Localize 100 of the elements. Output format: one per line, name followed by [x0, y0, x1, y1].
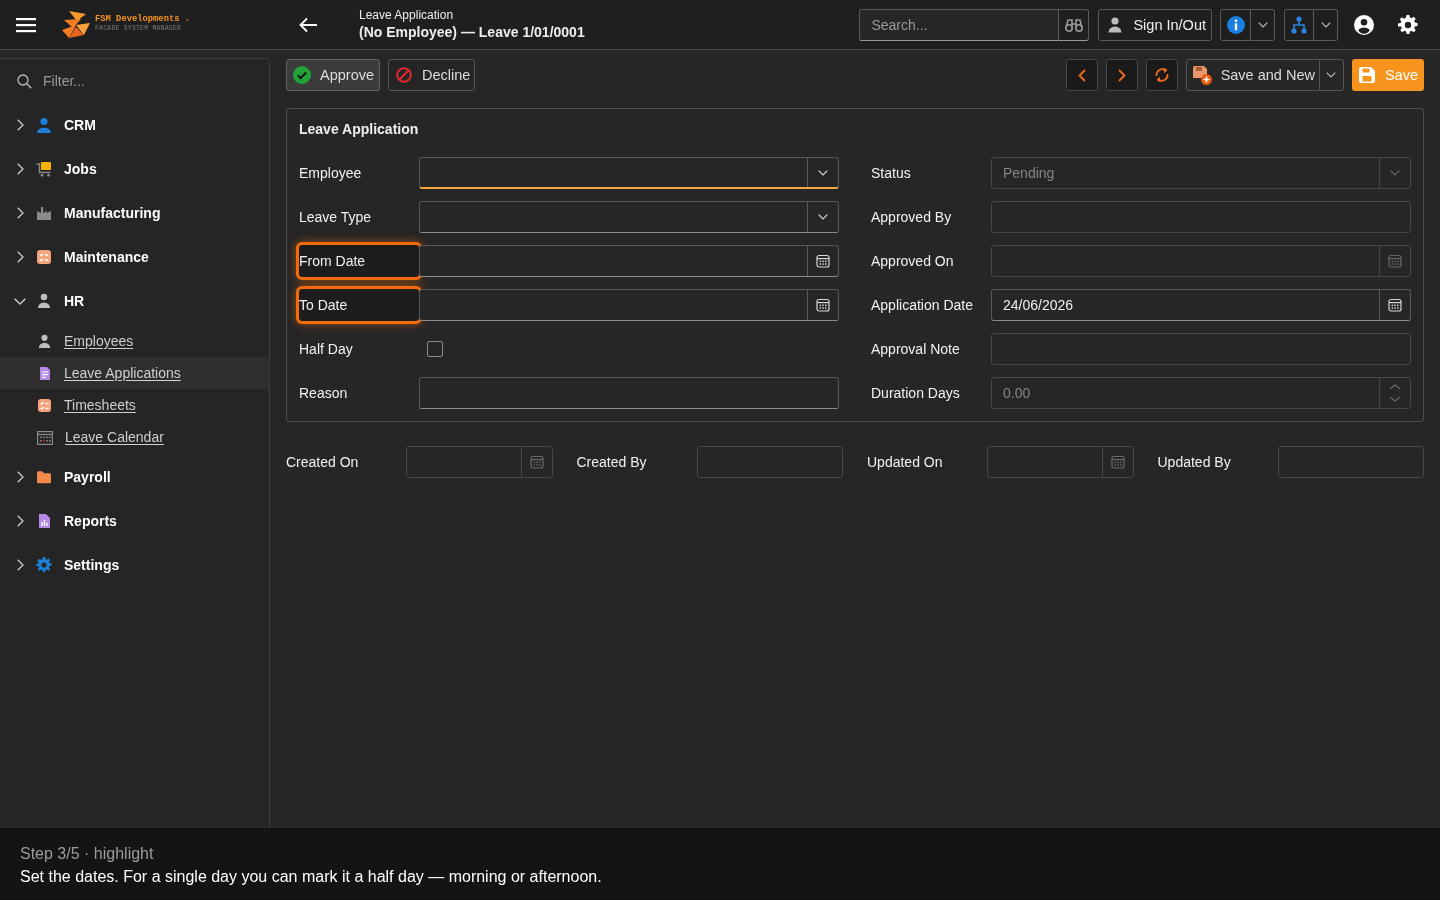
org-chart-button[interactable]	[1284, 8, 1314, 41]
calendar-icon	[1388, 254, 1402, 268]
chevron-right-icon	[16, 559, 24, 571]
field-label: Created By	[576, 454, 647, 470]
sidebar-item[interactable]: Settings	[0, 543, 269, 587]
person-icon	[36, 117, 52, 133]
previous-button[interactable]	[1065, 59, 1098, 91]
sidebar-link[interactable]: Timesheets	[0, 389, 269, 421]
gear-icon	[36, 557, 52, 573]
chart-document-icon	[36, 513, 52, 529]
logo-icon	[62, 11, 90, 38]
text-field[interactable]	[419, 377, 839, 409]
settings-icon[interactable]	[1398, 14, 1418, 35]
field-label: Leave Type	[299, 209, 372, 225]
section-title: Leave Application	[299, 120, 420, 138]
tour-step-label: Step 3/5 · highlight	[20, 844, 154, 864]
org-chart-icon	[1291, 15, 1307, 34]
field-label: Updated By	[1157, 454, 1231, 470]
cart-icon	[36, 161, 52, 177]
stepper-icon	[1389, 384, 1401, 402]
calendar-icon	[529, 455, 544, 469]
sidebar-item[interactable]: Reports	[0, 499, 269, 543]
info-button[interactable]	[1220, 8, 1251, 41]
tour-message: Set the dates. For a single day you can mark it a half day — morning or afternoon.	[20, 867, 603, 887]
save-icon	[1358, 67, 1375, 83]
field-label: To Date	[299, 289, 419, 321]
account-icon[interactable]	[1354, 14, 1374, 35]
chevron-left-icon	[1077, 68, 1086, 82]
caret-icon	[1326, 72, 1337, 78]
chevron-right-icon	[1117, 68, 1126, 82]
caret-icon	[1257, 21, 1268, 28]
field-label: Updated On	[867, 454, 943, 470]
record-title: (No Employee) — Leave 1/01/0001	[359, 23, 585, 41]
dropdown-field[interactable]	[419, 201, 839, 233]
caret-icon	[818, 214, 828, 220]
menu-icon[interactable]	[16, 16, 36, 33]
factory-icon	[36, 205, 52, 221]
field-label: Approved By	[871, 209, 952, 225]
prohibited-icon	[396, 67, 412, 83]
chevron-right-icon	[16, 251, 24, 263]
chevron-right-icon	[16, 515, 24, 527]
back-icon[interactable]	[298, 16, 318, 33]
checklist-icon	[36, 249, 52, 265]
person-icon	[37, 333, 52, 349]
check-circle-icon	[293, 66, 311, 84]
field-label: From Date	[299, 245, 419, 277]
dropdown-field[interactable]	[419, 157, 839, 189]
chevron-right-icon	[16, 207, 24, 219]
sidebar-item[interactable]: Maintenance	[0, 235, 269, 279]
sidebar-link[interactable]: Employees	[0, 325, 269, 357]
refresh-button[interactable]	[1145, 59, 1178, 91]
decline-button[interactable]: Decline	[388, 59, 476, 91]
field-label: Employee	[299, 165, 362, 181]
sidebar-link[interactable]: Leave Calendar	[0, 421, 269, 453]
field-label: Reason	[299, 385, 348, 401]
field-label: Created On	[286, 454, 359, 470]
sign-in-button[interactable]: Sign In/Out	[1098, 8, 1212, 41]
checkbox[interactable]	[427, 341, 443, 357]
person-icon	[1108, 16, 1123, 33]
brand-name: FSM Developments .	[95, 14, 191, 24]
calendar-icon	[37, 429, 53, 445]
sidebar-item[interactable]: CRM	[0, 103, 269, 147]
sidebar-item[interactable]: Payroll	[0, 455, 269, 499]
document-icon	[37, 365, 52, 381]
sidebar-item[interactable]: Jobs	[0, 147, 269, 191]
save-and-new-button[interactable]: Save and New	[1185, 59, 1320, 91]
caret-icon	[1390, 170, 1400, 176]
field-label: Duration Days	[871, 385, 960, 401]
search-button[interactable]	[1058, 8, 1090, 41]
calendar-icon	[1110, 455, 1125, 469]
approve-button[interactable]: Approve	[286, 59, 380, 91]
person-icon	[36, 293, 52, 309]
field-label: Approved On	[871, 253, 954, 269]
chevron-right-icon	[16, 163, 24, 175]
search-field[interactable]: Search...	[859, 8, 1059, 41]
sidebar-link[interactable]: Leave Applications	[0, 357, 269, 389]
folder-icon	[36, 469, 52, 485]
dropdown-button[interactable]	[1314, 8, 1338, 41]
checklist-icon	[37, 397, 52, 413]
search-icon	[17, 73, 32, 89]
page-title: Leave Application	[359, 8, 455, 23]
save-new-icon	[1192, 65, 1212, 85]
caret-icon	[818, 169, 828, 176]
sidebar-item[interactable]: HR	[0, 279, 269, 323]
info-icon	[1226, 15, 1245, 34]
field-label: Application Date	[871, 297, 973, 313]
chevron-right-icon	[16, 471, 24, 483]
filter-field[interactable]: Filter...	[43, 73, 233, 89]
refresh-icon	[1153, 66, 1170, 84]
date-field[interactable]	[419, 245, 839, 277]
calendar-icon	[816, 298, 830, 312]
date-field[interactable]: 24/06/2026	[991, 289, 1411, 321]
date-field[interactable]	[419, 289, 839, 321]
field-label: Approval Note	[871, 341, 960, 357]
next-button[interactable]	[1105, 59, 1138, 91]
calendar-icon	[816, 254, 830, 268]
chevron-down-icon	[14, 297, 26, 305]
chevron-right-icon	[16, 119, 24, 131]
sidebar-item[interactable]: Manufacturing	[0, 191, 269, 235]
field-label: Half Day	[299, 341, 353, 357]
